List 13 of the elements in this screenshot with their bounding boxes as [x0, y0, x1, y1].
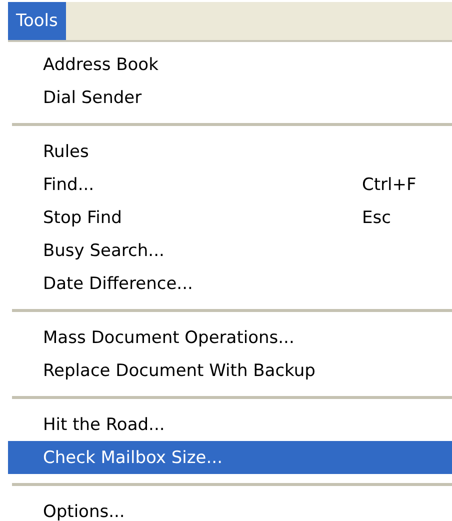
- menu-item[interactable]: Rules: [8, 135, 452, 168]
- menu-item[interactable]: Date Difference...: [8, 267, 452, 300]
- menu-item[interactable]: Options...: [8, 495, 452, 521]
- menu-title[interactable]: Tools: [8, 2, 66, 40]
- menu-item[interactable]: Stop Find Esc: [8, 201, 452, 234]
- menu-item[interactable]: Hit the Road...: [8, 408, 452, 441]
- menu-item[interactable]: Replace Document With Backup: [8, 354, 452, 387]
- menu-item[interactable]: Mass Document Operations...: [8, 321, 452, 354]
- menu-item[interactable]: Busy Search...: [8, 234, 452, 267]
- menu-item[interactable]: Find... Ctrl+F: [8, 168, 452, 201]
- menu-item[interactable]: Address Book: [8, 48, 452, 81]
- menu-item[interactable]: Check Mailbox Size...: [8, 441, 452, 474]
- menu-item[interactable]: Dial Sender: [8, 81, 452, 114]
